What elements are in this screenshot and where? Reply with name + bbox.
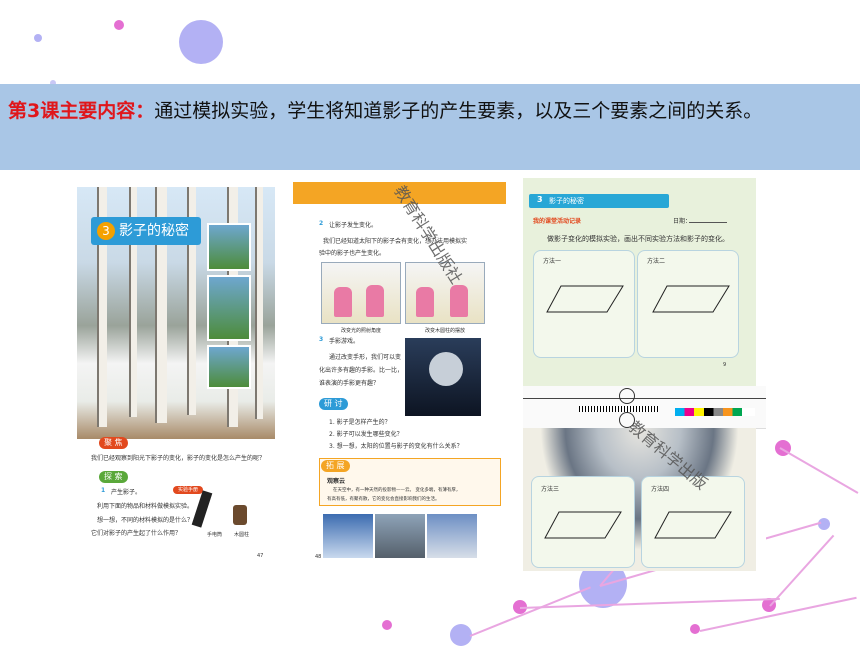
step3-title: 手影游戏。 xyxy=(329,338,360,345)
textbook-page-48: 2 让影子发生变化。 我们已经知道太阳下的影子会有变化，想办法用模拟实 验中的影… xyxy=(293,182,506,575)
item-flashlight-label: 手电筒 xyxy=(207,532,223,538)
workbook-page: 3 影子的秘密 我的课堂活动记录 日期： 做影子变化的模拟实验，画出不同实验方法… xyxy=(523,178,756,386)
workbook-page-lower: 方法三 方法四 xyxy=(523,386,766,571)
workbook-lesson-number: 3 xyxy=(537,195,543,204)
step1-number: 1 xyxy=(101,487,106,494)
page-number: 48 xyxy=(315,554,322,560)
decor-dot xyxy=(114,20,124,30)
question-3: 3. 想一想，太阳的位置与影子的变化有什么关系？ xyxy=(329,443,463,450)
workbook-instruction: 做影子变化的模拟实验，画出不同实验方法和影子的变化。 xyxy=(547,235,729,243)
lesson-title-badge: 3 影子的秘密 xyxy=(91,217,201,245)
decor-line xyxy=(779,447,859,494)
parallelogram-drawing xyxy=(654,511,732,539)
step2-title: 让影子发生变化。 xyxy=(329,222,378,229)
step1-line-c: 它们对影子的产生起了什么作用？ xyxy=(91,530,182,537)
step1-line-b: 想一想，不同的材料模拟的是什么？ xyxy=(97,517,194,524)
research-tag: 研 讨 xyxy=(319,398,348,410)
cloud-photo xyxy=(427,514,477,558)
step2-text-b: 验中的影子也产生变化。 xyxy=(319,250,386,257)
experiment-photo xyxy=(321,262,401,324)
expand-title: 观察云 xyxy=(327,478,346,485)
decor-dot xyxy=(34,34,42,42)
photo-thumbnail xyxy=(207,275,251,341)
step3-text-c: 谁表演的手影更有趣？ xyxy=(319,380,380,387)
step1-line-a: 利用下面的物品和材料做模拟实验。 xyxy=(97,503,194,510)
step3-number: 3 xyxy=(319,336,324,343)
banner-text: 第3课主要内容：通过模拟实验，学生将知道影子的产生要素，以及三个要素之间的关系。 xyxy=(8,96,762,123)
explore-tag: 探 索 xyxy=(99,471,128,483)
decor-dot xyxy=(382,620,392,630)
question-2: 2. 影子可以发生哪些变化？ xyxy=(329,431,403,438)
decor-dot xyxy=(690,624,700,634)
flashlight-image xyxy=(191,490,213,528)
method-1-label: 方法一 xyxy=(543,258,562,265)
step1-tag: 实验手册 xyxy=(173,486,204,494)
step2-number: 2 xyxy=(319,220,324,227)
wood-cylinder-image xyxy=(233,505,247,525)
expand-text-b: 有高有低，有聚有散，它的变化会直接影响我们的生活。 xyxy=(327,497,440,502)
date-line xyxy=(689,222,727,223)
item-cylinder-label: 木圆柱 xyxy=(234,532,250,538)
step3-text-a: 通过改变手形，我们可以变 xyxy=(329,354,402,361)
workbook-subtitle: 我的课堂活动记录 xyxy=(533,218,582,225)
decor-line xyxy=(469,586,591,637)
method-4-label: 方法四 xyxy=(651,486,670,493)
workbook-page-number: 9 xyxy=(723,362,727,368)
banner-description: 通过模拟实验，学生将知道影子的产生要素，以及三个要素之间的关系。 xyxy=(154,100,763,122)
decor-dot xyxy=(179,20,223,64)
decor-line xyxy=(769,534,835,607)
cloud-photo xyxy=(323,514,373,558)
parallelogram-drawing xyxy=(652,285,730,313)
focus-text: 我们已经观察到阳光下影子的变化，影子的变化是怎么产生的呢？ xyxy=(91,455,266,462)
lesson-number: 3 xyxy=(97,222,115,240)
textbook-page-47: 3 影子的秘密 聚 焦 我们已经观察到阳光下影子的变化，影子的变化是怎么产生的呢？… xyxy=(77,187,275,575)
parallelogram-drawing xyxy=(544,511,622,539)
step3-text-b: 化出许多有趣的手影。比一比， xyxy=(319,367,404,374)
lesson-title: 影子的秘密 xyxy=(119,223,189,239)
question-1: 1. 影子是怎样产生的？ xyxy=(329,419,391,426)
expand-tag: 拓 展 xyxy=(321,460,350,472)
step1-title: 产生影子。 xyxy=(111,489,142,496)
photo-thumbnail xyxy=(207,223,251,271)
method-3-label: 方法三 xyxy=(541,486,560,493)
parallelogram-drawing xyxy=(546,285,624,313)
cloud-photo xyxy=(375,514,425,558)
photo-thumbnail xyxy=(207,345,251,389)
expand-text-a: 在天空中，有一种天然的投影物——云。 变化多端，有薄有厚， xyxy=(333,488,461,493)
page-number: 47 xyxy=(257,553,264,559)
method-2-label: 方法二 xyxy=(647,258,666,265)
workbook-title: 影子的秘密 xyxy=(549,197,584,205)
focus-tag: 聚 焦 xyxy=(99,437,128,449)
decor-line xyxy=(699,596,857,632)
photo-caption: 改变光的照射角度 xyxy=(341,328,382,334)
date-label: 日期： xyxy=(673,218,692,225)
photo-caption: 改变木圆柱的摆放 xyxy=(425,328,466,334)
banner-highlight: 第3课主要内容： xyxy=(8,100,155,122)
hand-shadow-photo xyxy=(405,338,481,416)
